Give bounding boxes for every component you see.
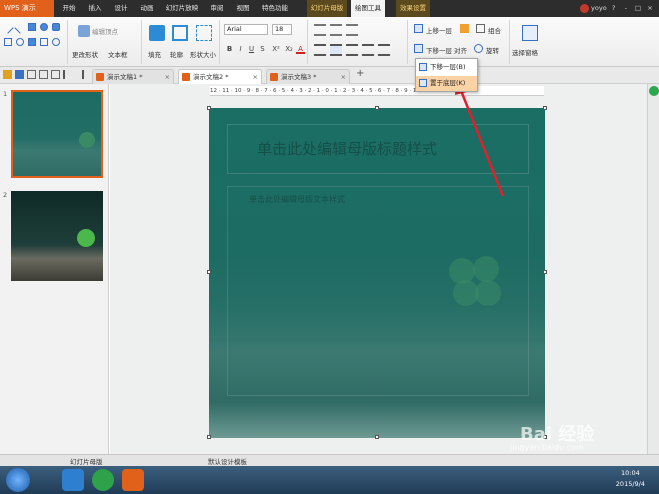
status-bar: 幻灯片母版 默认设计模板	[0, 454, 659, 466]
send-to-back-menu-item[interactable]: 置于底层(K)	[416, 76, 477, 91]
system-clock[interactable]: 10:04 2015/9/4	[616, 468, 645, 490]
wps-presentation-icon[interactable]	[122, 469, 144, 491]
windows-taskbar: 10:04 2015/9/4	[0, 466, 659, 494]
arrange-dropdown-menu: 下移一层(B) 置于底层(K)	[415, 58, 478, 92]
wps-cloud-icon[interactable]	[62, 469, 84, 491]
send-backward-menu-item[interactable]: 下移一层(B)	[416, 60, 477, 75]
menu-item-label: 置于底层(K)	[430, 79, 466, 87]
clock-date: 2015/9/4	[615, 480, 645, 488]
start-button[interactable]	[6, 468, 30, 492]
send-backward-icon	[419, 63, 427, 71]
watermark-url: jingyan.baidu.com	[510, 443, 584, 452]
clock-time: 10:04	[621, 469, 640, 477]
send-to-back-icon	[419, 79, 427, 87]
status-template: 默认设计模板	[208, 458, 247, 466]
status-view-mode: 幻灯片母版	[70, 458, 103, 466]
menu-item-label: 下移一层(B)	[430, 63, 466, 71]
browser-icon[interactable]	[92, 469, 114, 491]
